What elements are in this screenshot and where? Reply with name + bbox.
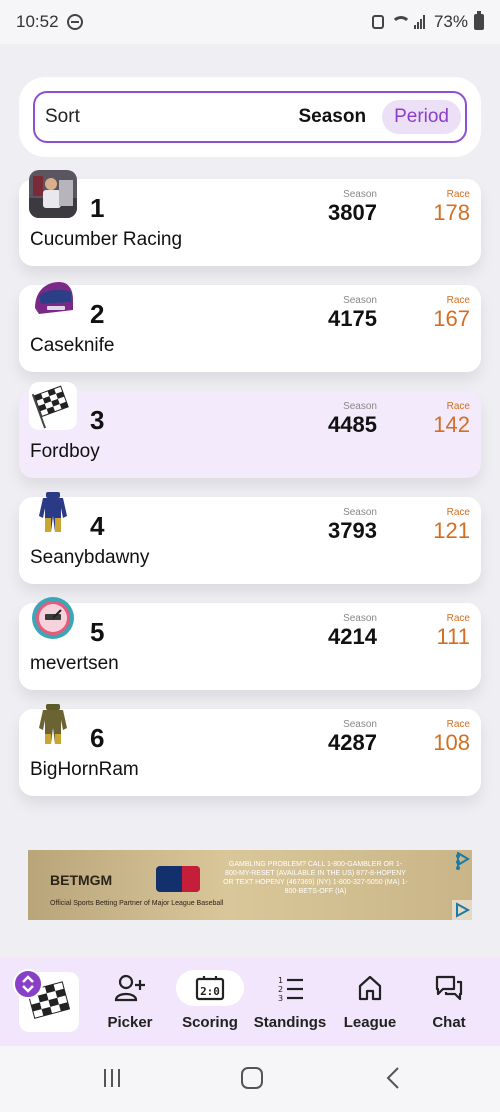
race-label: Race: [446, 295, 470, 306]
nav-label: Chat: [432, 1014, 466, 1031]
season-points: 4485: [328, 412, 377, 437]
battery-percent: 73%: [433, 12, 468, 31]
vpn-lock-icon: [371, 15, 384, 29]
svg-text:2: 2: [278, 985, 283, 994]
bottom-nav: Picker 2:0 Scoring 123 Standings League …: [0, 958, 500, 1046]
nav-chat[interactable]: Chat: [409, 970, 489, 1042]
nav-label: Standings: [253, 1014, 327, 1031]
recent-apps-icon[interactable]: [100, 1066, 124, 1090]
nav-label: Scoring: [182, 1014, 238, 1031]
helmet-icon: [29, 276, 77, 324]
race-label: Race: [446, 189, 470, 200]
race-label: Race: [446, 719, 470, 730]
back-icon[interactable]: [382, 1066, 406, 1090]
race-points: 111: [436, 624, 470, 649]
race-label: Race: [446, 507, 470, 518]
rank: 6: [90, 723, 105, 753]
do-not-disturb-icon: [66, 14, 83, 30]
cell-signal-icon: [413, 15, 428, 29]
ad-more-icon[interactable]: [456, 854, 460, 870]
rank: 2: [90, 299, 105, 329]
ordered-list-icon: 123: [256, 970, 324, 1006]
battery-icon: [474, 11, 484, 30]
nav-picker[interactable]: Picker: [90, 970, 170, 1042]
sort-label: Sort: [45, 106, 80, 127]
standings-row[interactable]: 1 Cucumber Racing Season 3807 Race 178: [19, 170, 481, 266]
sort-control: Sort Season Period: [33, 91, 467, 143]
nav-label: Picker: [107, 1014, 153, 1031]
nav-standings[interactable]: 123 Standings: [250, 970, 330, 1042]
firesuit-icon: [29, 700, 77, 748]
season-points: 4214: [328, 624, 377, 649]
race-points: 108: [433, 730, 470, 755]
season-label: Season: [343, 189, 377, 200]
ad-tagline: Official Sports Betting Partner of Major…: [50, 900, 224, 907]
race-points: 142: [433, 412, 470, 437]
rank: 5: [90, 617, 105, 647]
svg-text:2:0: 2:0: [200, 985, 220, 998]
race-label: Race: [446, 401, 470, 412]
season-label: Season: [343, 613, 377, 624]
team-name: BigHornRam: [30, 759, 139, 780]
sort-option-season[interactable]: Season: [286, 100, 378, 134]
team-name: Caseknife: [30, 335, 115, 356]
rank: 4: [90, 511, 105, 541]
nav-league[interactable]: League: [330, 970, 410, 1042]
svg-text:1: 1: [278, 976, 283, 985]
home-icon: [336, 970, 404, 1006]
sort-option-period[interactable]: Period: [382, 100, 461, 134]
season-label: Season: [343, 401, 377, 412]
team-avatar-photo: [29, 170, 77, 218]
race-points: 167: [433, 306, 470, 331]
svg-text:3: 3: [278, 994, 283, 1002]
season-points: 3793: [328, 518, 377, 543]
standings-row[interactable]: 2 Caseknife Season 4175 Race 167: [19, 282, 481, 372]
season-label: Season: [343, 295, 377, 306]
standings-row[interactable]: 4 Seanybdawny Season 3793 Race 121: [19, 492, 481, 584]
team-name: mevertsen: [30, 653, 119, 674]
status-bar: 10:52 73%: [0, 0, 500, 44]
season-points: 4287: [328, 730, 377, 755]
season-points: 4175: [328, 306, 377, 331]
team-name: Seanybdawny: [30, 547, 150, 568]
race-label: Race: [446, 613, 470, 624]
system-nav-bar: [0, 1046, 500, 1112]
race-points: 121: [433, 518, 470, 543]
season-label: Season: [343, 719, 377, 730]
season-points: 3807: [328, 200, 377, 225]
season-label: Season: [343, 507, 377, 518]
firesuit-icon: [29, 488, 77, 536]
team-name: Cucumber Racing: [30, 229, 183, 250]
status-time: 10:52: [16, 12, 59, 31]
sort-card: Sort Season Period: [19, 77, 481, 157]
switch-league-icon[interactable]: [13, 969, 43, 999]
nav-label: League: [343, 1014, 397, 1031]
standings-row[interactable]: 5 mevertsen Season 4214 Race 111: [19, 597, 481, 690]
scoreboard-icon: 2:0: [176, 970, 244, 1006]
ad-brand: BETMGM: [50, 872, 113, 888]
gauge-icon: [29, 594, 77, 642]
rank: 1: [90, 193, 105, 223]
home-button-icon[interactable]: [240, 1066, 264, 1090]
race-points: 178: [433, 200, 470, 225]
ad-disclaimer: GAMBLING PROBLEM? CALL 1-800-GAMBLER OR …: [223, 861, 408, 895]
ad-info-icon[interactable]: [452, 900, 472, 920]
chat-icon: [415, 970, 483, 1006]
wifi-icon: [390, 15, 411, 29]
nav-scoring[interactable]: 2:0 Scoring: [170, 970, 250, 1042]
ad-banner[interactable]: BETMGM Official Sports Betting Partner o…: [28, 850, 472, 920]
mlb-logo-icon: [156, 866, 200, 892]
standings-row[interactable]: 6 BigHornRam Season 4287 Race 108: [19, 704, 481, 796]
checkered-flag-icon: [29, 382, 77, 430]
standings-row[interactable]: 3 Fordboy Season 4485 Race 142: [19, 382, 481, 478]
rank: 3: [90, 405, 105, 435]
add-person-icon: [96, 970, 164, 1006]
team-name: Fordboy: [30, 441, 100, 462]
